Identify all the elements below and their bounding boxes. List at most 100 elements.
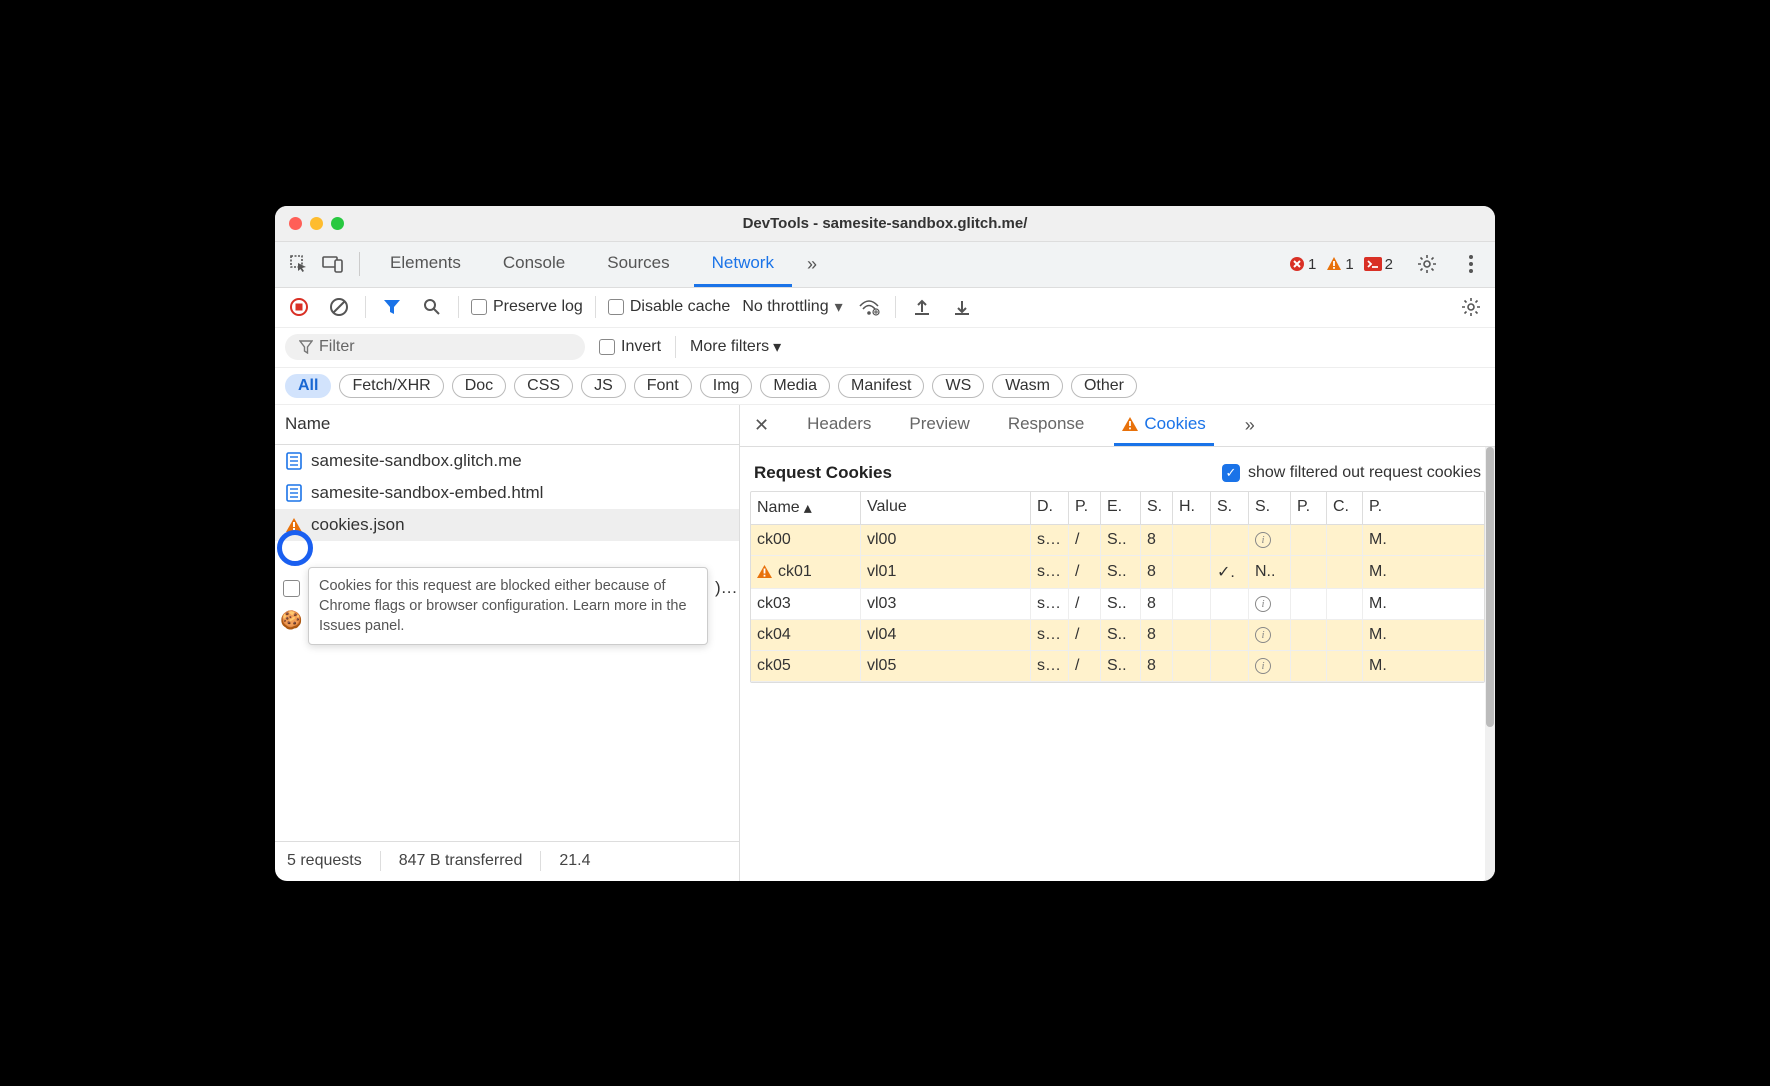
- col-expires[interactable]: E.: [1101, 492, 1141, 524]
- cell-path: /: [1069, 589, 1101, 619]
- tab-preview[interactable]: Preview: [901, 405, 977, 446]
- cell-partition: [1291, 556, 1327, 588]
- divider: [895, 296, 896, 318]
- inspect-element-icon[interactable]: [285, 250, 313, 278]
- filter-input[interactable]: Filter: [285, 334, 585, 360]
- search-icon[interactable]: [418, 293, 446, 321]
- cell-expires: S..: [1101, 525, 1141, 555]
- request-count: 5 requests: [287, 852, 362, 870]
- warning-icon: [1122, 417, 1138, 431]
- issue-counts[interactable]: 1 1 2: [1289, 256, 1393, 273]
- cell-expires: S..: [1101, 589, 1141, 619]
- chip-all[interactable]: All: [285, 374, 331, 398]
- blocked-cookies-tooltip: Cookies for this request are blocked eit…: [308, 567, 708, 646]
- message-count[interactable]: 2: [1364, 256, 1393, 273]
- chip-manifest[interactable]: Manifest: [838, 374, 924, 398]
- window-title: DevTools - samesite-sandbox.glitch.me/: [275, 215, 1495, 232]
- close-detail-button[interactable]: ✕: [746, 415, 777, 436]
- tab-headers[interactable]: Headers: [799, 405, 879, 446]
- cookie-table-header[interactable]: Name▴ Value D. P. E. S. H. S. S. P. C. P…: [751, 492, 1484, 525]
- tab-response[interactable]: Response: [1000, 405, 1093, 446]
- filter-toggle-icon[interactable]: [378, 293, 406, 321]
- chip-wasm[interactable]: Wasm: [992, 374, 1063, 398]
- body-split: Name samesite-sandbox.glitch.me samesite…: [275, 405, 1495, 881]
- col-name[interactable]: Name▴: [751, 492, 861, 524]
- tab-elements[interactable]: Elements: [372, 242, 479, 287]
- tab-cookies[interactable]: Cookies: [1114, 405, 1213, 446]
- col-crosssite[interactable]: C.: [1327, 492, 1363, 524]
- device-toggle-icon[interactable]: [319, 250, 347, 278]
- upload-har-icon[interactable]: [908, 293, 936, 321]
- checkbox-icon: [471, 299, 487, 315]
- cell-name: ck04: [751, 620, 861, 650]
- kebab-menu-icon[interactable]: [1457, 250, 1485, 278]
- chip-img[interactable]: Img: [700, 374, 753, 398]
- warning-count[interactable]: 1: [1326, 256, 1353, 273]
- request-cookies-title: Request Cookies: [754, 463, 892, 483]
- clear-button[interactable]: [325, 293, 353, 321]
- chip-css[interactable]: CSS: [514, 374, 573, 398]
- chip-doc[interactable]: Doc: [452, 374, 506, 398]
- chip-ws[interactable]: WS: [932, 374, 984, 398]
- minimize-window-button[interactable]: [310, 217, 323, 230]
- throttling-select[interactable]: No throttling ▾: [742, 297, 842, 317]
- chip-fetch-xhr[interactable]: Fetch/XHR: [339, 374, 443, 398]
- request-row[interactable]: samesite-sandbox-embed.html: [275, 477, 739, 509]
- invert-checkbox[interactable]: Invert: [599, 338, 661, 356]
- request-row[interactable]: samesite-sandbox.glitch.me: [275, 445, 739, 477]
- cell-priority: M.: [1363, 651, 1399, 681]
- col-value[interactable]: Value: [861, 492, 1031, 524]
- cookie-row[interactable]: ck00vl00s…/S..8iM.: [751, 525, 1484, 556]
- chip-other[interactable]: Other: [1071, 374, 1137, 398]
- col-size[interactable]: S.: [1141, 492, 1173, 524]
- network-settings-icon[interactable]: [1457, 293, 1485, 321]
- cell-httponly: [1173, 589, 1211, 619]
- col-priority[interactable]: P.: [1363, 492, 1399, 524]
- checkbox-icon: [608, 299, 624, 315]
- preserve-log-checkbox[interactable]: Preserve log: [471, 298, 583, 316]
- more-tabs-icon[interactable]: »: [798, 250, 826, 278]
- info-icon: i: [1255, 627, 1271, 643]
- tab-console[interactable]: Console: [485, 242, 583, 287]
- maximize-window-button[interactable]: [331, 217, 344, 230]
- disable-cache-checkbox[interactable]: Disable cache: [608, 298, 731, 316]
- col-httponly[interactable]: H.: [1173, 492, 1211, 524]
- cell-size: 8: [1141, 620, 1173, 650]
- message-icon: [1364, 257, 1382, 271]
- checkbox-icon: [599, 339, 615, 355]
- cell-partition: [1291, 651, 1327, 681]
- chip-font[interactable]: Font: [634, 374, 692, 398]
- error-count[interactable]: 1: [1289, 256, 1316, 273]
- chip-media[interactable]: Media: [760, 374, 830, 398]
- cell-priority: M.: [1363, 525, 1399, 555]
- cell-priority: M.: [1363, 556, 1399, 588]
- show-filtered-checkbox[interactable]: ✓ show filtered out request cookies: [1222, 464, 1481, 482]
- tab-network[interactable]: Network: [694, 242, 792, 287]
- record-button[interactable]: [285, 293, 313, 321]
- name-column-header[interactable]: Name: [275, 405, 739, 445]
- col-path[interactable]: P.: [1069, 492, 1101, 524]
- cookie-row[interactable]: ck03vl03s…/S..8iM.: [751, 589, 1484, 620]
- more-filters-dropdown[interactable]: More filters ▾: [690, 337, 781, 357]
- more-detail-tabs-icon[interactable]: »: [1236, 411, 1264, 439]
- close-window-button[interactable]: [289, 217, 302, 230]
- cookie-row[interactable]: ck01vl01s…/S..8✓.N..M.: [751, 556, 1484, 589]
- status-bar: 5 requests 847 B transferred 21.4: [275, 841, 739, 881]
- request-row[interactable]: cookies.json: [275, 509, 739, 541]
- cell-expires: S..: [1101, 556, 1141, 588]
- settings-icon[interactable]: [1413, 250, 1441, 278]
- col-secure[interactable]: S.: [1211, 492, 1249, 524]
- checkbox-checked-icon: ✓: [1222, 464, 1240, 482]
- col-samesite[interactable]: S.: [1249, 492, 1291, 524]
- chip-js[interactable]: JS: [581, 374, 626, 398]
- network-toolbar: Preserve log Disable cache No throttling…: [275, 288, 1495, 328]
- download-har-icon[interactable]: [948, 293, 976, 321]
- cookie-row[interactable]: ck05vl05s…/S..8iM.: [751, 651, 1484, 682]
- cookie-row[interactable]: ck04vl04s…/S..8iM.: [751, 620, 1484, 651]
- col-partition[interactable]: P.: [1291, 492, 1327, 524]
- scrollbar[interactable]: [1485, 447, 1495, 881]
- network-conditions-icon[interactable]: [855, 293, 883, 321]
- tab-sources[interactable]: Sources: [589, 242, 687, 287]
- col-domain[interactable]: D.: [1031, 492, 1069, 524]
- scrollbar-thumb[interactable]: [1486, 447, 1494, 727]
